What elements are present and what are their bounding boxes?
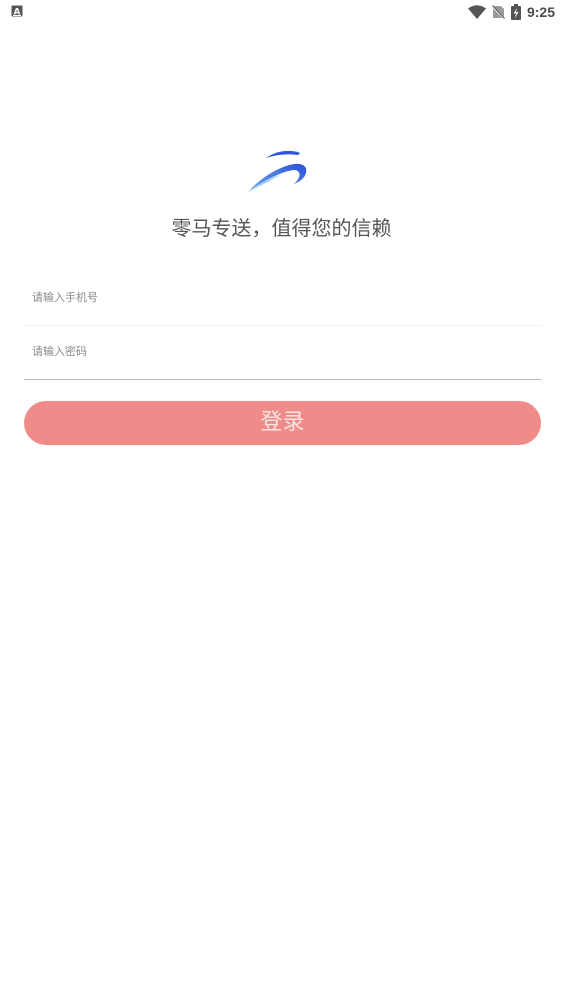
a-notification-icon: A xyxy=(11,5,23,17)
password-input[interactable] xyxy=(32,325,532,377)
battery-charging-icon xyxy=(510,4,521,20)
status-icons: 9:25 xyxy=(467,3,555,21)
status-time: 9:25 xyxy=(526,4,555,20)
phone-field xyxy=(24,271,541,326)
login-button[interactable]: 登录 xyxy=(24,401,541,445)
app-slogan: 零马专送，值得您的信赖 xyxy=(171,216,392,240)
password-field xyxy=(24,325,541,380)
no-sim-icon xyxy=(491,5,505,19)
wifi-icon xyxy=(467,5,486,19)
phone-input[interactable] xyxy=(32,271,532,323)
horse-swoosh-logo xyxy=(248,150,307,192)
status-bar: A 9:25 xyxy=(0,0,563,24)
